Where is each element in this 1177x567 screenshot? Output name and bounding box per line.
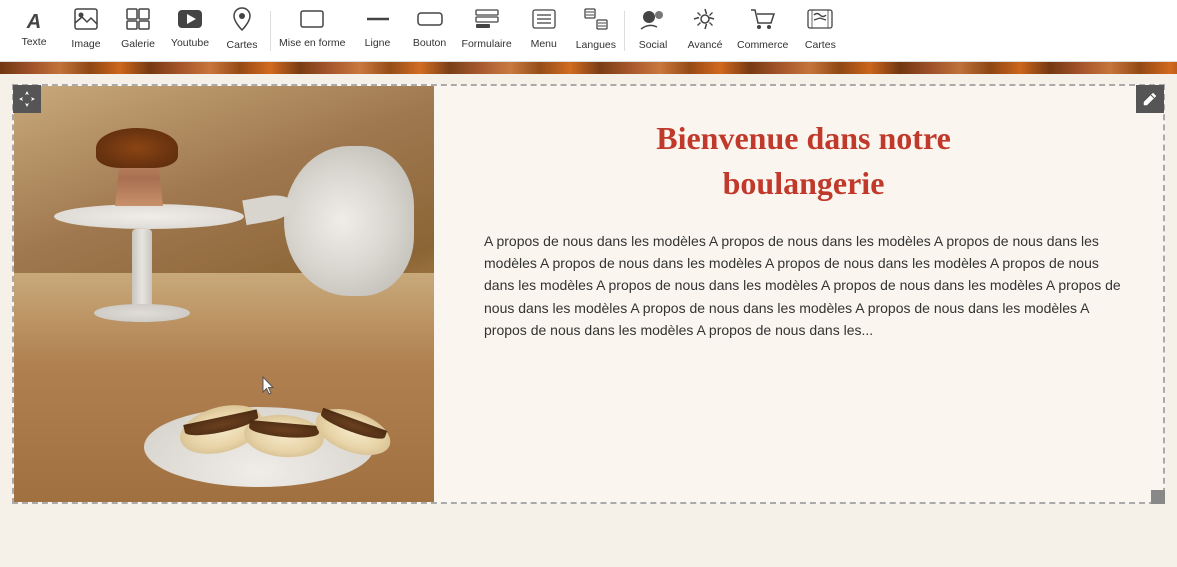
- toolbar-item-mise-en-forme[interactable]: Mise en forme: [273, 0, 352, 62]
- title-line1: Bienvenue dans notre: [656, 120, 951, 156]
- toolbar-item-cartes2[interactable]: Cartes: [794, 0, 846, 62]
- toolbar-item-menu[interactable]: Menu: [518, 0, 570, 62]
- toolbar-item-image[interactable]: Image: [60, 0, 112, 62]
- commerce-icon: [749, 7, 777, 37]
- muffin-top: [96, 128, 178, 168]
- content-area: Bienvenue dans notre boulangerie A propo…: [0, 84, 1177, 504]
- social-icon: [639, 7, 667, 37]
- toolbar-label-cartes2: Cartes: [805, 39, 836, 51]
- edit-handle[interactable]: [1136, 85, 1164, 113]
- toolbar-label-mise-en-forme: Mise en forme: [279, 37, 346, 49]
- formulaire-icon: [474, 8, 500, 36]
- mise-en-forme-icon: [299, 9, 325, 35]
- bakery-image-panel: [14, 86, 434, 502]
- toolbar-item-social[interactable]: Social: [627, 0, 679, 62]
- selection-box: Bienvenue dans notre boulangerie A propo…: [12, 84, 1165, 504]
- cake-stand-base: [94, 304, 190, 322]
- cartes1-icon: [232, 7, 252, 37]
- menu-icon: [531, 8, 557, 36]
- toolbar-item-avance[interactable]: Avancé: [679, 0, 731, 62]
- toolbar-label-ligne: Ligne: [365, 37, 391, 49]
- toolbar-item-ligne[interactable]: Ligne: [352, 0, 404, 62]
- avance-icon: [692, 7, 718, 37]
- toolbar-item-galerie[interactable]: Galerie: [112, 0, 164, 62]
- ligne-icon: [365, 9, 391, 35]
- toolbar-label-bouton: Bouton: [413, 37, 446, 49]
- toolbar-label-image: Image: [71, 38, 100, 50]
- toolbar-label-texte: Texte: [21, 36, 46, 48]
- resize-handle[interactable]: [1151, 490, 1165, 504]
- teapot: [284, 146, 414, 296]
- toolbar-label-galerie: Galerie: [121, 38, 155, 50]
- text-panel: Bienvenue dans notre boulangerie A propo…: [434, 86, 1163, 502]
- cake-stand-plate: [54, 204, 244, 229]
- toolbar-label-formulaire: Formulaire: [462, 38, 512, 50]
- toolbar: A Texte Image Galerie Youtube Cartes Mis…: [0, 0, 1177, 62]
- youtube-icon: [177, 9, 203, 35]
- toolbar-label-avance: Avancé: [688, 39, 723, 51]
- toolbar-label-social: Social: [639, 39, 668, 51]
- toolbar-item-youtube[interactable]: Youtube: [164, 0, 216, 62]
- bouton-icon: [416, 9, 444, 35]
- cartes2-icon: [806, 7, 834, 37]
- move-handle[interactable]: [13, 85, 41, 113]
- toolbar-item-langues[interactable]: Langues: [570, 0, 622, 62]
- toolbar-item-cartes1[interactable]: Cartes: [216, 0, 268, 62]
- bakery-description: A propos de nous dans les modèles A prop…: [484, 230, 1123, 342]
- toolbar-item-texte[interactable]: A Texte: [8, 0, 60, 62]
- food-background-strip: [0, 62, 1177, 74]
- separator-1: [270, 11, 271, 51]
- cake-stand-stem: [132, 229, 152, 309]
- image-icon: [74, 8, 98, 36]
- toolbar-label-menu: Menu: [531, 38, 557, 50]
- galerie-icon: [126, 8, 150, 36]
- toolbar-label-youtube: Youtube: [171, 37, 209, 49]
- food-strip-inner: [0, 62, 1177, 74]
- toolbar-label-cartes1: Cartes: [227, 39, 258, 51]
- toolbar-item-formulaire[interactable]: Formulaire: [456, 0, 518, 62]
- bakery-image: [14, 86, 434, 502]
- toolbar-label-langues: Langues: [576, 39, 616, 51]
- separator-2: [624, 11, 625, 51]
- langues-icon: [583, 7, 609, 37]
- bakery-title: Bienvenue dans notre boulangerie: [656, 116, 951, 206]
- title-line2: boulangerie: [723, 165, 885, 201]
- text-icon: A: [27, 11, 41, 34]
- toolbar-item-commerce[interactable]: Commerce: [731, 0, 794, 62]
- toolbar-item-bouton[interactable]: Bouton: [404, 0, 456, 62]
- toolbar-label-commerce: Commerce: [737, 39, 788, 51]
